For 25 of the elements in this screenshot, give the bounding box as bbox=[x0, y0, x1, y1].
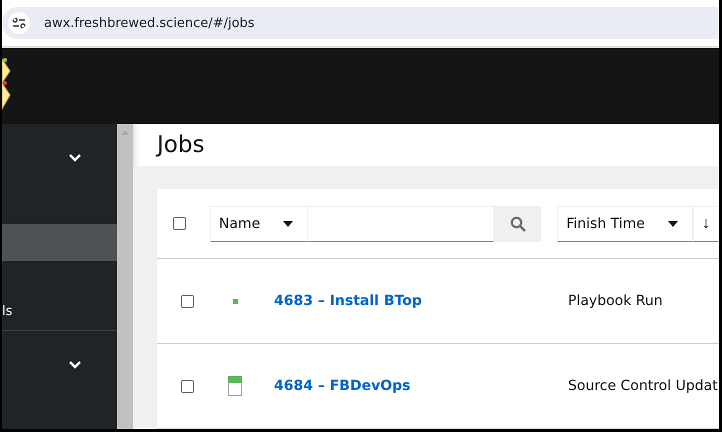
address-bar[interactable]: awx.freshbrewed.science/#/jobs bbox=[2, 7, 719, 39]
job-type: Playbook Run bbox=[568, 293, 663, 309]
search-field[interactable] bbox=[308, 206, 494, 242]
sort-direction-button[interactable]: ↓ bbox=[693, 206, 719, 242]
caret-icon bbox=[668, 220, 678, 226]
chevron-down-icon bbox=[69, 154, 81, 162]
caret-icon bbox=[282, 220, 293, 226]
sort-dropdown[interactable]: Finish Time bbox=[557, 206, 693, 242]
status-icon bbox=[228, 376, 242, 396]
search-icon bbox=[510, 216, 526, 232]
scrollbar[interactable] bbox=[117, 124, 133, 429]
page-title: Jobs bbox=[157, 132, 204, 158]
nav-item[interactable]: ls bbox=[2, 293, 117, 330]
url-text: awx.freshbrewed.science/#/jobs bbox=[44, 16, 255, 30]
search-button[interactable] bbox=[494, 206, 542, 242]
filter-dropdown[interactable]: Name bbox=[210, 206, 308, 242]
status-icon bbox=[232, 298, 238, 304]
row-checkbox[interactable] bbox=[181, 294, 194, 308]
job-link[interactable]: 4684 – FBDevOps bbox=[274, 378, 568, 394]
job-type: Source Control Updat bbox=[568, 378, 718, 394]
select-all-checkbox[interactable] bbox=[173, 217, 186, 230]
row-checkbox[interactable] bbox=[181, 380, 194, 392]
chevron-down-icon bbox=[69, 361, 81, 369]
job-link[interactable]: 4683 – Install BTop bbox=[274, 293, 568, 309]
site-settings-icon[interactable] bbox=[8, 12, 30, 34]
